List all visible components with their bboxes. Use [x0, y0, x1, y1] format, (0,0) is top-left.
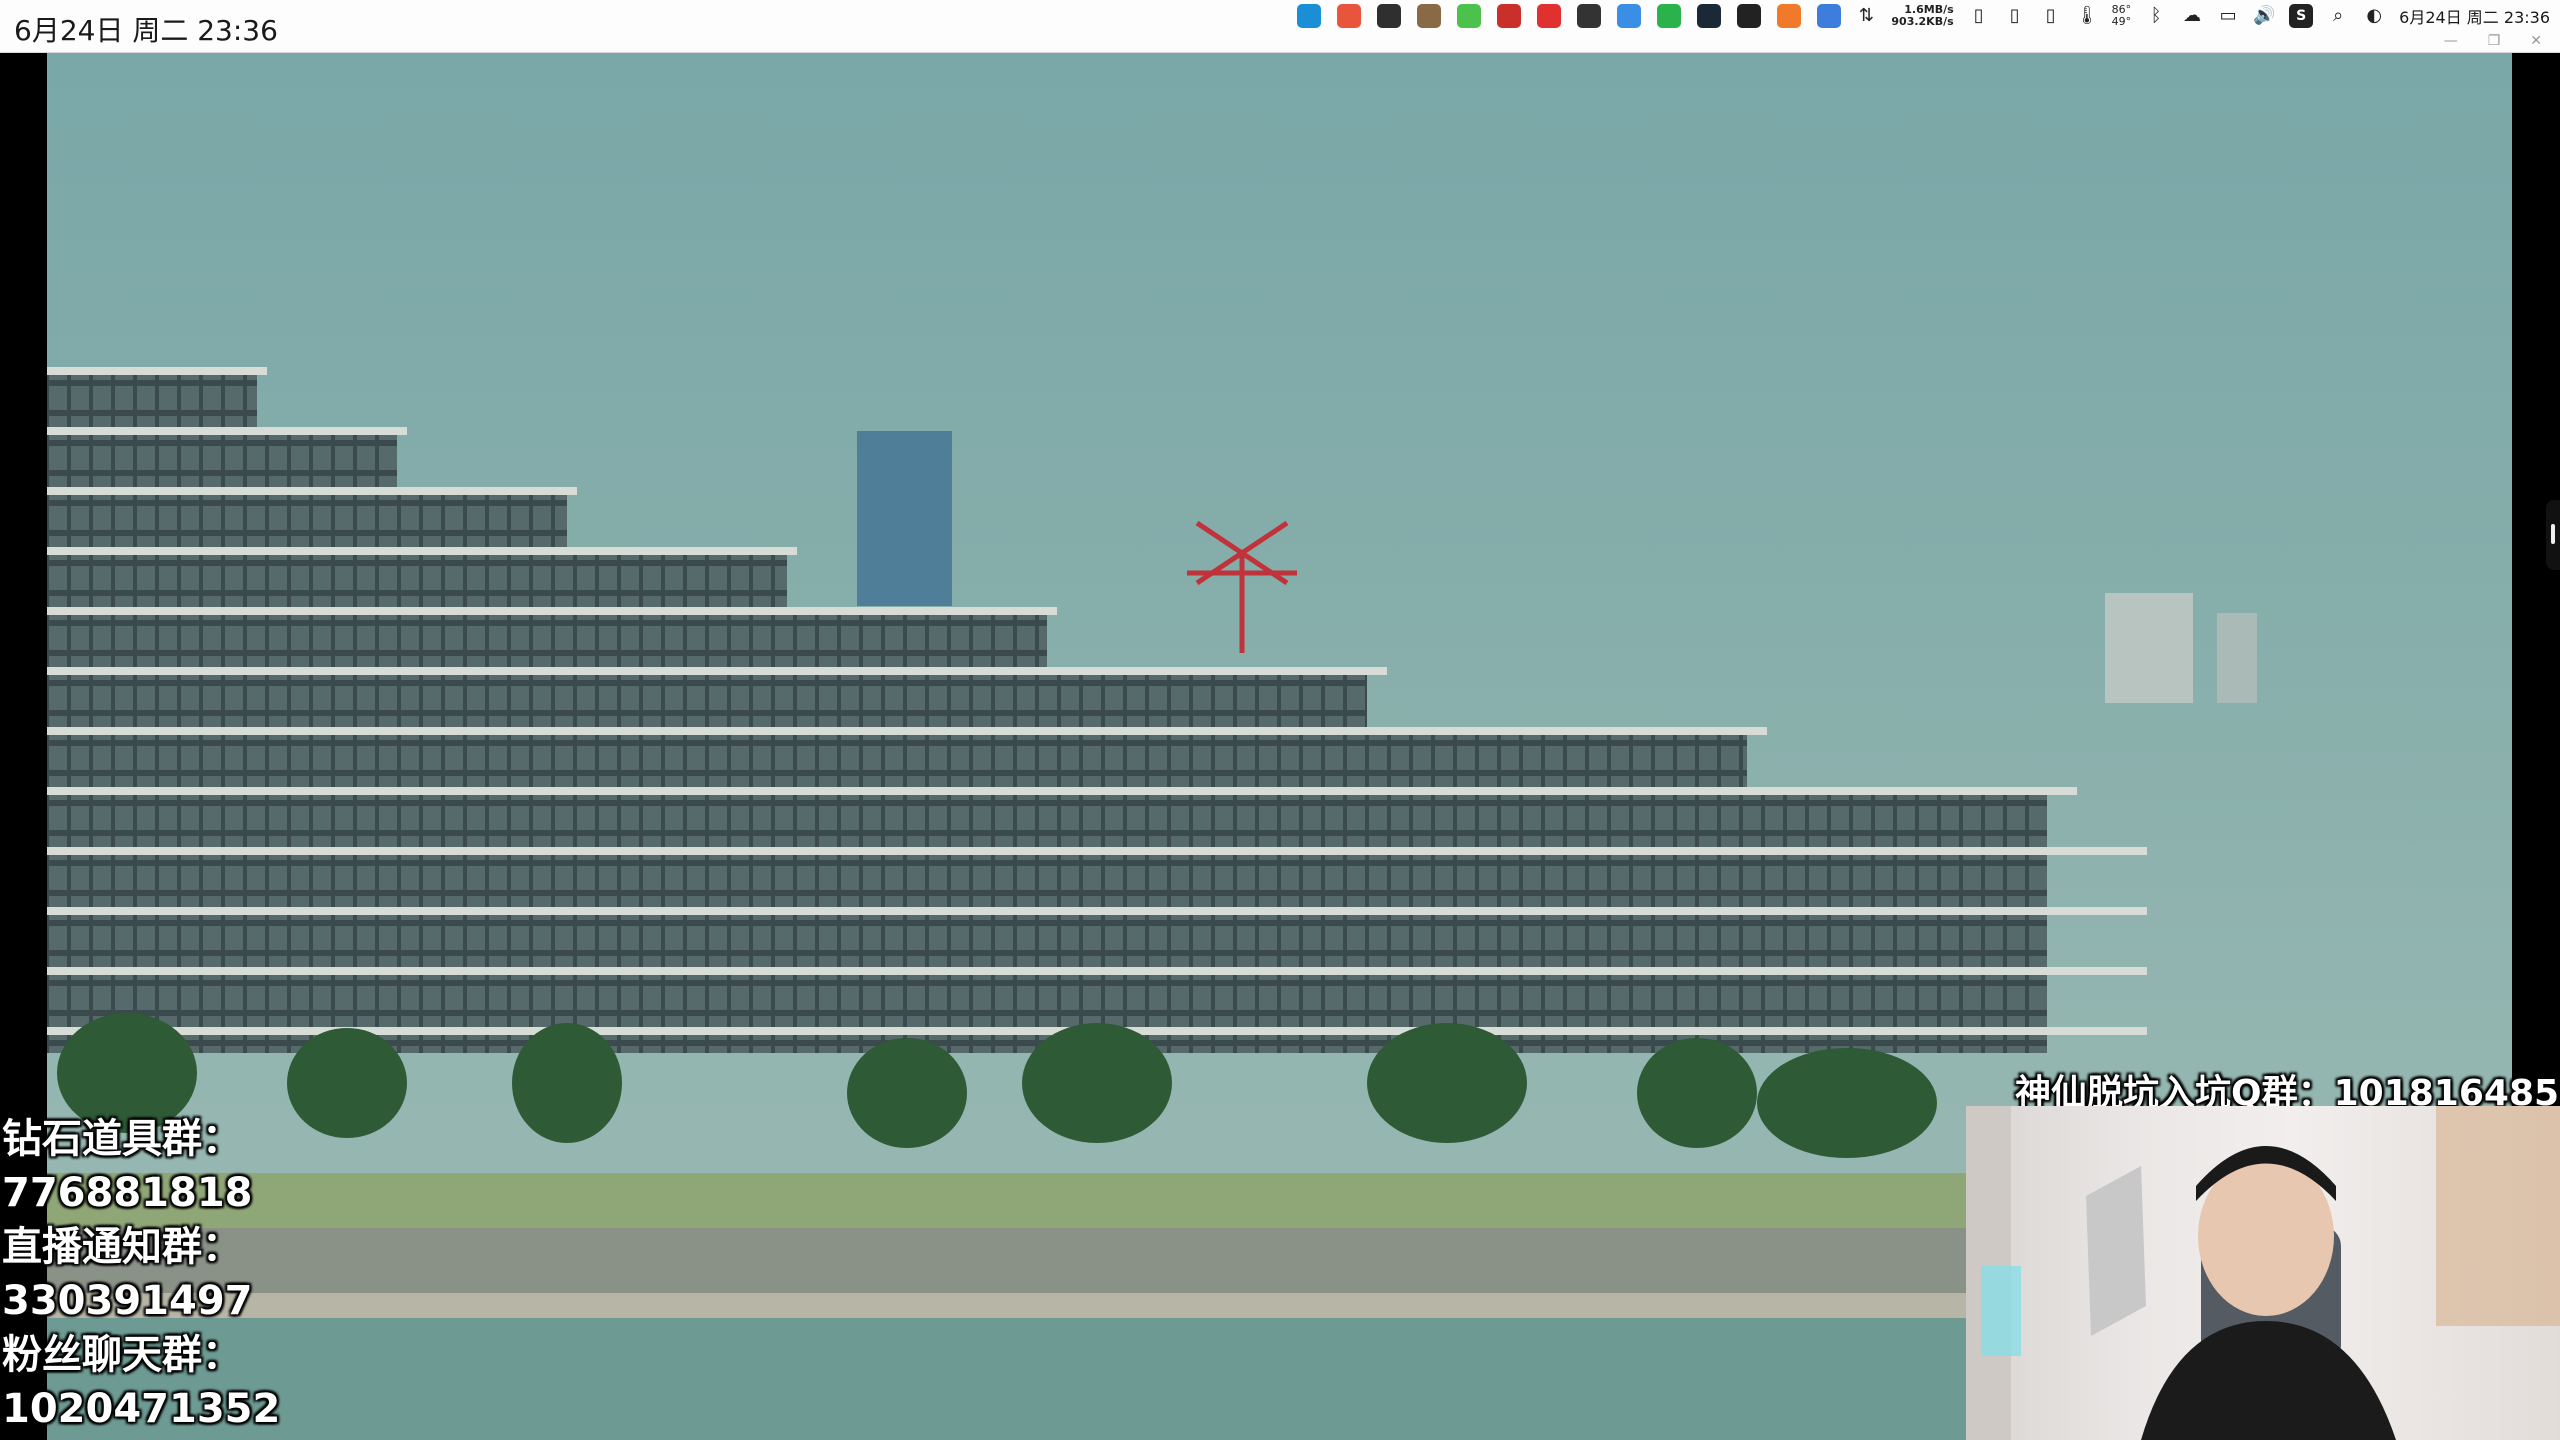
- temperature-readout: 86° 49°: [2112, 4, 2132, 28]
- window-curtain: [2436, 1106, 2560, 1326]
- monitor-edge: [2086, 1166, 2146, 1336]
- edge-icon[interactable]: [1297, 4, 1322, 28]
- app-orange-icon[interactable]: [1777, 4, 1802, 28]
- input-method-icon[interactable]: [1817, 4, 1842, 28]
- net-down-speed: 903.2KB/s: [1891, 15, 1954, 28]
- app-s-icon[interactable]: S: [2289, 4, 2314, 28]
- streamer-shirt: [2141, 1321, 2396, 1440]
- cyan-light: [1981, 1266, 2021, 1356]
- group-info-overlay: 钻石道具群： 776881818 直播通知群： 330391497 粉丝聊天群：…: [2, 1112, 280, 1436]
- round-tower: [2105, 593, 2193, 703]
- distant-tower: [857, 431, 952, 606]
- cloud-icon[interactable]: ☁: [2181, 7, 2203, 25]
- bluetooth-icon[interactable]: ᛒ: [2145, 7, 2167, 25]
- thermometer-icon: 🌡: [2075, 5, 2099, 26]
- qq-icon[interactable]: [1497, 4, 1522, 28]
- stream-clock: 6月24日 周二 23:36: [14, 14, 278, 47]
- live-notice-number: 330391497: [2, 1278, 253, 1324]
- fan-chat-label: 粉丝聊天群：: [2, 1332, 242, 1378]
- display-icon[interactable]: ▭: [2217, 7, 2239, 25]
- wechat-icon[interactable]: [1457, 4, 1482, 28]
- network-speed: 1.6MB/s 903.2KB/s: [1891, 4, 1953, 28]
- tray-app-icons: [1297, 4, 1842, 28]
- fan-chat-number: 1020471352: [2, 1386, 281, 1432]
- baidu-netdisk-icon[interactable]: [1617, 4, 1642, 28]
- restore-icon[interactable]: ❐: [2488, 33, 2501, 49]
- steam-icon[interactable]: [1697, 4, 1722, 28]
- obs-icon[interactable]: [1577, 4, 1602, 28]
- feishu-icon[interactable]: [1337, 4, 1362, 28]
- tray-clock[interactable]: 6月24日 周二 23:36: [2399, 4, 2550, 28]
- player-icon[interactable]: [1657, 4, 1682, 28]
- terraced-building: [47, 367, 2147, 1053]
- side-panel-handle[interactable]: [2546, 500, 2560, 570]
- control-center-icon[interactable]: ◐: [2363, 7, 2385, 25]
- diamond-group-number: 776881818: [2, 1170, 253, 1216]
- webcam-scene: [1966, 1106, 2560, 1440]
- gpu-meter-icon: ▯: [2045, 5, 2056, 26]
- minimize-icon[interactable]: —: [2444, 33, 2458, 49]
- volume-icon[interactable]: 🔊: [2253, 7, 2275, 25]
- app-c-icon[interactable]: [1737, 4, 1762, 28]
- memory-meter-icon: ▯: [2009, 5, 2020, 26]
- netease-music-icon[interactable]: [1537, 4, 1562, 28]
- cpu-meter-icon: ▯: [1973, 5, 1984, 26]
- top-status-bar: 6月24日 周二 23:36 ⇅ 1.6MB/s 903.2KB/s ▯ ▯ ▯…: [0, 0, 2560, 53]
- power-pylon: [1187, 520, 1297, 653]
- close-icon[interactable]: ✕: [2530, 33, 2542, 49]
- network-arrows-icon: ⇅: [1858, 5, 1874, 26]
- package-icon[interactable]: [1417, 4, 1442, 28]
- search-icon[interactable]: ⌕: [2327, 7, 2349, 25]
- nvidia-icon[interactable]: [1377, 4, 1402, 28]
- system-tray: ⇅ 1.6MB/s 903.2KB/s ▯ ▯ ▯ 🌡 86° 49° ᛒ ☁ …: [1297, 0, 2550, 32]
- window-controls: — ❐ ✕: [2444, 33, 2542, 49]
- live-notice-label: 直播通知群：: [2, 1224, 242, 1270]
- webcam-feed: [1966, 1106, 2560, 1440]
- small-tower: [2217, 613, 2257, 703]
- diamond-group-label: 钻石道具群：: [2, 1116, 242, 1162]
- temp-low: 49°: [2111, 15, 2132, 28]
